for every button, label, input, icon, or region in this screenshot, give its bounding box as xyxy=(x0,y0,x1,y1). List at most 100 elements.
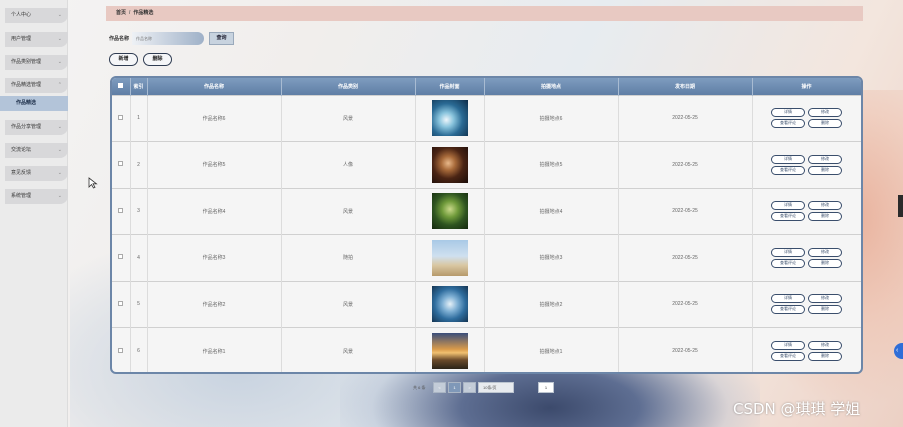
view-comments-button[interactable]: 查看评论 xyxy=(771,258,805,268)
sidebar-item-share-management[interactable]: 作品分享管理 ⌄ xyxy=(5,120,68,135)
table-row: 2 作品名称5 人像 拍摄地点5 2022-05-25 详情 修改 查看评论 删除 xyxy=(112,141,861,188)
edit-button[interactable]: 修改 xyxy=(808,247,842,257)
search-input[interactable] xyxy=(132,32,204,45)
row-date: 2022-05-25 xyxy=(618,281,753,328)
row-category: 风景 xyxy=(281,327,416,372)
sidebar-item-label: 系统管理 xyxy=(11,193,32,199)
prev-page-button[interactable]: < xyxy=(433,382,446,393)
sidebar-item-category-management[interactable]: 作品类别管理 ⌄ xyxy=(5,55,68,70)
column-header: 拍摄地点 xyxy=(484,78,619,95)
cover-thumbnail[interactable] xyxy=(431,193,468,230)
sidebar-item-label: 个人中心 xyxy=(11,12,32,18)
sidebar-item-system-management[interactable]: 系统管理 ⌄ xyxy=(5,189,68,204)
side-tab[interactable] xyxy=(898,195,903,217)
sidebar-item-label: 作品类别管理 xyxy=(11,59,42,65)
row-location: 拍摄地点3 xyxy=(484,234,619,281)
row-category: 风景 xyxy=(281,188,416,235)
chevron-down-icon: ⌄ xyxy=(57,193,62,199)
detail-button[interactable]: 详情 xyxy=(771,294,805,304)
row-checkbox[interactable] xyxy=(118,254,124,260)
detail-button[interactable]: 详情 xyxy=(771,108,805,118)
chevron-up-icon: ⌃ xyxy=(57,82,62,88)
page-jump-input[interactable]: 1 xyxy=(538,382,554,393)
chevron-down-icon: ⌄ xyxy=(57,124,62,130)
column-header: 作品名称 xyxy=(147,78,282,95)
table-row: 5 作品名称2 风景 拍摄地点2 2022-05-25 详情 修改 查看评论 删除 xyxy=(112,281,861,328)
delete-button[interactable]: 删除 xyxy=(808,352,842,361)
edit-button[interactable]: 修改 xyxy=(808,294,842,304)
row-index: 4 xyxy=(130,234,148,281)
page-number-button[interactable]: 1 xyxy=(448,382,461,393)
view-comments-button[interactable]: 查看评论 xyxy=(771,352,805,361)
delete-button[interactable]: 删除 xyxy=(808,212,842,222)
detail-button[interactable]: 详情 xyxy=(771,201,805,211)
sidebar-item-personal-center[interactable]: 个人中心 ⌄ xyxy=(5,8,68,23)
column-header: 索引 xyxy=(130,78,148,95)
row-name: 作品名称3 xyxy=(147,234,282,281)
sidebar-item-forum[interactable]: 交流论坛 ⌄ xyxy=(5,143,68,158)
breadcrumb-current: 作品精选 xyxy=(133,10,154,16)
detail-button[interactable]: 详情 xyxy=(771,341,805,350)
row-index: 3 xyxy=(130,188,148,235)
delete-button[interactable]: 删除 xyxy=(808,305,842,315)
table-header-row: 索引 作品名称 作品类别 作品封面 拍摄地点 发布日期 操作 xyxy=(112,78,861,95)
chevron-left-icon[interactable]: ‹ xyxy=(894,343,903,359)
table-row: 4 作品名称3 随拍 拍摄地点3 2022-05-25 详情 修改 查看评论 删除 xyxy=(112,234,861,281)
next-page-button[interactable]: > xyxy=(463,382,476,393)
batch-delete-button[interactable]: 删除 xyxy=(143,53,172,66)
row-name: 作品名称6 xyxy=(147,95,282,142)
column-header: 作品类别 xyxy=(281,78,416,95)
cover-thumbnail[interactable] xyxy=(431,239,468,276)
delete-button[interactable]: 删除 xyxy=(808,119,842,129)
delete-button[interactable]: 删除 xyxy=(808,258,842,268)
select-all-checkbox[interactable] xyxy=(118,82,124,88)
row-checkbox[interactable] xyxy=(118,207,124,213)
breadcrumb-separator: / xyxy=(129,10,131,16)
chevron-down-icon: ⌄ xyxy=(57,59,62,65)
search-label: 作品名称 xyxy=(109,36,130,42)
view-comments-button[interactable]: 查看评论 xyxy=(771,119,805,129)
page-size-select[interactable]: 10条/页 xyxy=(478,382,514,393)
row-category: 人像 xyxy=(281,141,416,188)
row-name: 作品名称5 xyxy=(147,141,282,188)
row-name: 作品名称1 xyxy=(147,327,282,372)
add-button[interactable]: 新增 xyxy=(109,53,138,66)
row-location: 拍摄地点4 xyxy=(484,188,619,235)
sidebar-item-feedback[interactable]: 意见反馈 ⌄ xyxy=(5,166,68,181)
detail-button[interactable]: 详情 xyxy=(771,154,805,164)
search-button[interactable]: 查询 xyxy=(209,32,234,45)
row-name: 作品名称4 xyxy=(147,188,282,235)
delete-button[interactable]: 删除 xyxy=(808,165,842,175)
edit-button[interactable]: 修改 xyxy=(808,341,842,350)
edit-button[interactable]: 修改 xyxy=(808,201,842,211)
row-checkbox[interactable] xyxy=(118,300,124,306)
detail-button[interactable]: 详情 xyxy=(771,247,805,257)
view-comments-button[interactable]: 查看评论 xyxy=(771,212,805,222)
edit-button[interactable]: 修改 xyxy=(808,108,842,118)
view-comments-button[interactable]: 查看评论 xyxy=(771,165,805,175)
breadcrumb-home[interactable]: 首页 xyxy=(116,10,126,16)
row-location: 拍摄地点2 xyxy=(484,281,619,328)
cover-thumbnail[interactable] xyxy=(431,286,468,323)
sidebar-item-user-management[interactable]: 用户管理 ⌄ xyxy=(5,32,68,47)
row-category: 随拍 xyxy=(281,234,416,281)
sidebar-subitem-featured[interactable]: 作品精选 xyxy=(0,96,68,111)
edit-button[interactable]: 修改 xyxy=(808,154,842,164)
row-date: 2022-05-25 xyxy=(618,95,753,142)
row-index: 1 xyxy=(130,95,148,142)
select-all-cell[interactable] xyxy=(112,78,131,95)
row-date: 2022-05-25 xyxy=(618,141,753,188)
row-checkbox[interactable] xyxy=(118,161,124,167)
chevron-down-icon: ⌄ xyxy=(57,147,62,153)
chevron-down-icon: ⌄ xyxy=(57,170,62,176)
row-index: 6 xyxy=(130,327,148,372)
cover-thumbnail[interactable] xyxy=(431,146,468,183)
sidebar-item-featured-management[interactable]: 作品精选管理 ⌃ xyxy=(5,78,68,93)
cover-thumbnail[interactable] xyxy=(431,100,468,137)
row-checkbox[interactable] xyxy=(118,114,124,120)
cover-thumbnail[interactable] xyxy=(431,333,468,369)
row-date: 2022-05-25 xyxy=(618,234,753,281)
row-checkbox[interactable] xyxy=(118,347,124,353)
view-comments-button[interactable]: 查看评论 xyxy=(771,305,805,315)
row-date: 2022-05-25 xyxy=(618,188,753,235)
